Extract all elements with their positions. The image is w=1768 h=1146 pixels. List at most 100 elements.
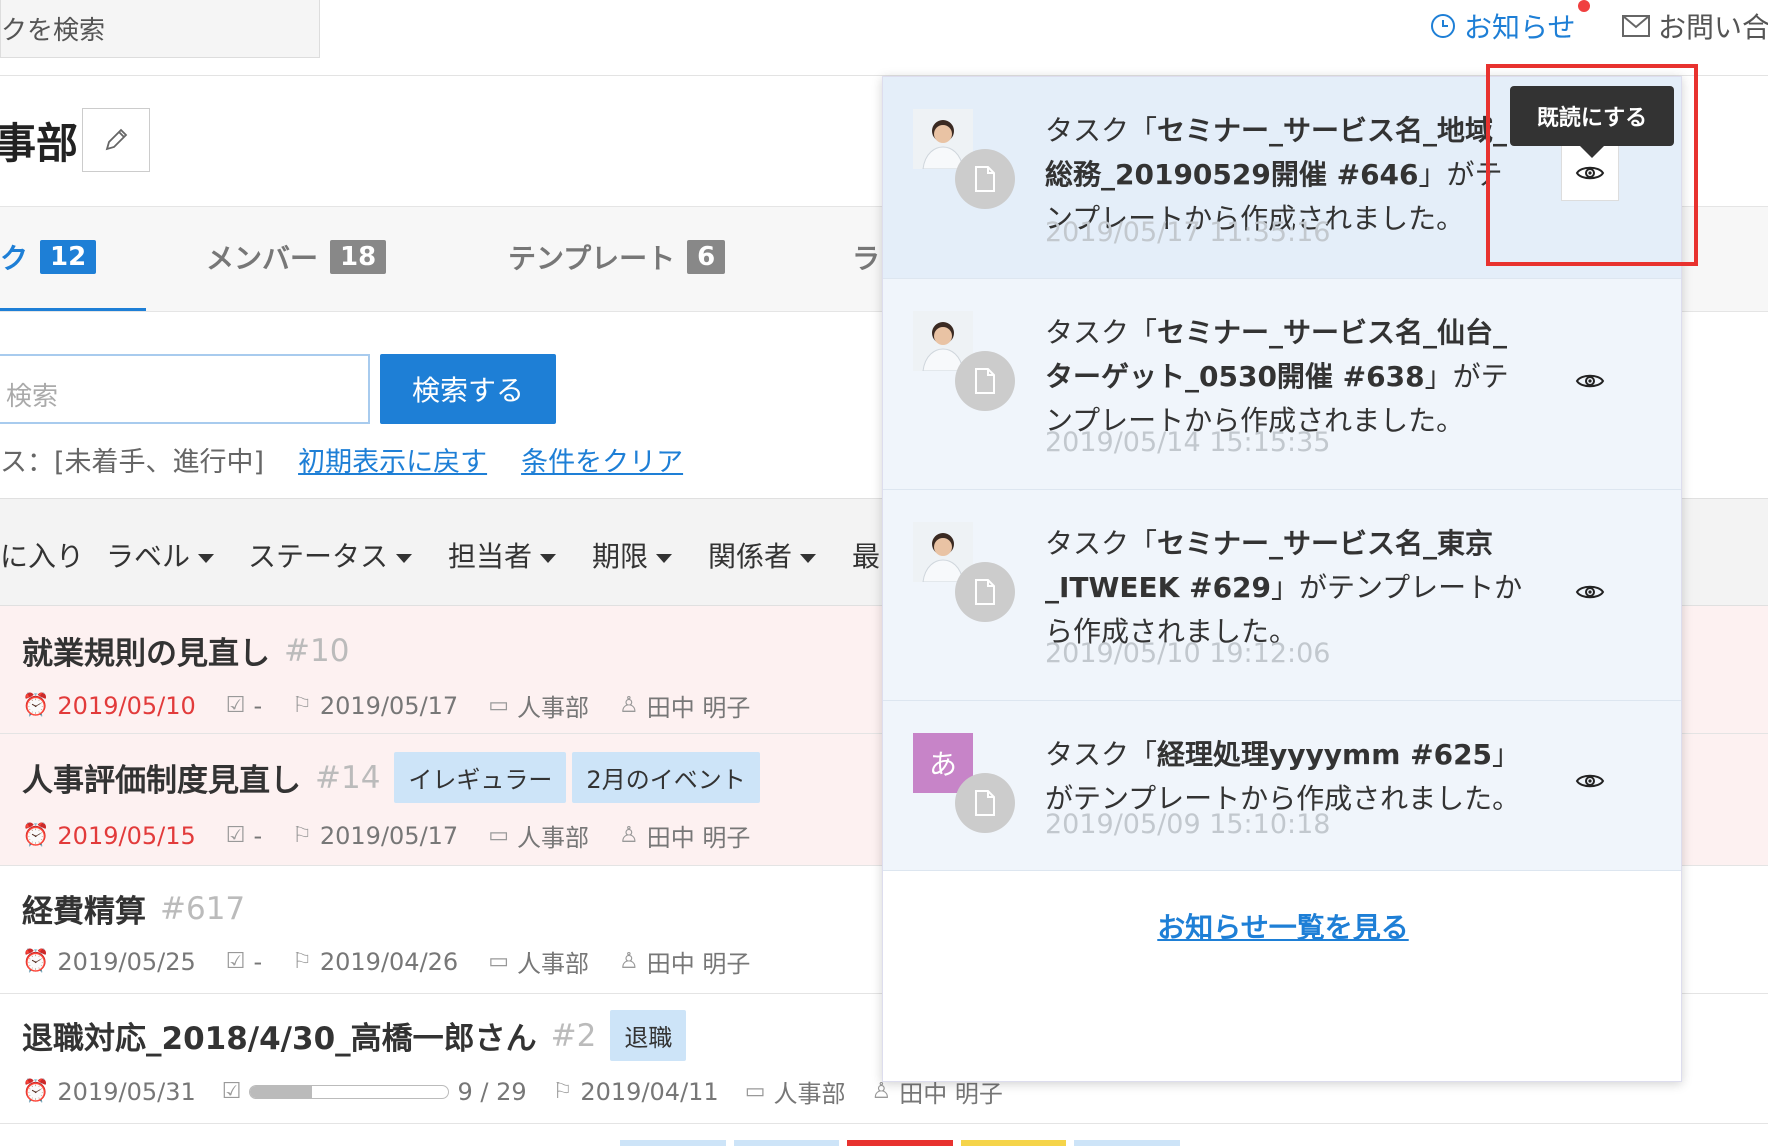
due-date: ⏰ 2019/05/15	[22, 821, 196, 850]
flag-icon: ⚐	[292, 823, 312, 848]
folder: ▭ 人事部	[488, 823, 589, 852]
checklist: ☑ -	[225, 691, 263, 720]
task-number: #2	[550, 1017, 597, 1054]
task-title[interactable]: 就業規則の見直し #10	[22, 628, 349, 673]
edit-project-button[interactable]	[82, 108, 150, 172]
checkbox-icon: ☑	[225, 693, 246, 718]
checklist: ☑ -	[225, 821, 263, 850]
checkbox-icon: ☑	[225, 823, 246, 848]
see-all-notifications-link[interactable]: お知らせ一覧を見る	[883, 871, 1681, 981]
document-icon	[955, 351, 1015, 411]
filter-status[interactable]: ステータス	[248, 535, 413, 575]
checkbox-icon: ☑	[225, 949, 246, 974]
contact-link[interactable]: お問い合	[1622, 6, 1768, 46]
alarm-icon: ⏰	[22, 1079, 50, 1104]
filter-due[interactable]: 期限	[592, 535, 673, 575]
notification-item[interactable]: タスク「セミナー_サービス名_仙台_ターゲット_0530開催 #638」がテンプ…	[883, 279, 1681, 490]
tab-members[interactable]: メンバー 18	[206, 237, 387, 277]
filter-favorites[interactable]: に入り	[0, 535, 84, 575]
filter-assignee[interactable]: 担当者	[448, 535, 557, 575]
tab-label: ク	[0, 242, 29, 275]
eye-icon	[1575, 774, 1605, 788]
notification-time: 2019/05/10 19:12:06	[1045, 638, 1331, 669]
filter-related[interactable]: 関係者	[708, 535, 817, 575]
user-icon: ♙	[619, 823, 639, 848]
mark-as-read-button[interactable]	[1561, 564, 1619, 620]
filter-more[interactable]: 最	[852, 535, 880, 575]
notification-message: タスク「セミナー_サービス名_東京_ITWEEK #629」がテンプレートから作…	[1045, 527, 1523, 648]
annotation-highlight-box	[1486, 64, 1698, 266]
document-icon	[955, 562, 1015, 622]
notification-time: 2019/05/17 11:35:16	[1045, 217, 1331, 248]
status-condition: ス：[未着手、進行中]	[0, 447, 265, 478]
tab-labels[interactable]: ラ	[852, 237, 880, 277]
assignee: ♙ 田中 明子	[619, 949, 751, 978]
task-number: #14	[315, 759, 381, 796]
task-meta: ⏰ 2019/05/15 ☑ - ⚐ 2019/05/17 ▭ 人事部 ♙ 田中 明子	[22, 818, 750, 853]
task-number: #617	[160, 890, 246, 927]
checklist-progress: ☑ 9 / 29	[221, 1077, 527, 1106]
notification-message: タスク「経理処理yyyymm #625」がテンプレートから作成されました。	[1045, 738, 1521, 815]
global-search-input[interactable]: クを検索	[0, 0, 320, 58]
folder-icon: ▭	[488, 949, 509, 974]
folder: ▭ 人事部	[488, 693, 589, 722]
due-date: ⏰ 2019/05/10	[22, 691, 196, 720]
keyword-search-input[interactable]: 検索	[0, 354, 370, 424]
task-title[interactable]: 人事評価制度見直し #14 イレギュラー 2月のイベント	[22, 752, 760, 803]
checkbox-icon: ☑	[221, 1079, 242, 1104]
task-title[interactable]: 経費精算 #617	[22, 886, 245, 931]
notification-time: 2019/05/09 15:10:18	[1045, 809, 1331, 840]
project-title: 事部	[0, 119, 79, 168]
filter-conditions: ス：[未着手、進行中] 初期表示に戻す 条件をクリア	[0, 440, 683, 479]
user-icon: ♙	[619, 693, 639, 718]
folder-icon: ▭	[488, 823, 509, 848]
label-tag[interactable]: イレギュラー	[394, 752, 567, 803]
filter-label[interactable]: ラベル	[106, 535, 215, 575]
notification-message: タスク「セミナー_サービス名_仙台_ターゲット_0530開催 #638」がテンプ…	[1045, 316, 1509, 437]
mark-as-read-button[interactable]	[1561, 753, 1619, 809]
alarm-icon: ⏰	[22, 823, 50, 848]
label-tag[interactable]: 2月のイベント	[572, 752, 760, 803]
bottom-labels-strip	[620, 1140, 1180, 1146]
notifications-label: お知らせ	[1464, 11, 1576, 44]
caret-down-icon	[198, 553, 215, 563]
notifications-link[interactable]: お知らせ	[1430, 6, 1575, 46]
task-title[interactable]: 退職対応_2018/4/30_高橋一郎さん #2 退職	[22, 1010, 687, 1061]
start-date: ⚐ 2019/04/26	[292, 947, 459, 976]
checklist: ☑ -	[225, 947, 263, 976]
task-meta: ⏰ 2019/05/31 ☑ 9 / 29 ⚐ 2019/04/11 ▭ 人事部 ♙ 田中…	[22, 1074, 1003, 1109]
mail-icon	[1622, 15, 1650, 37]
start-date: ⚐ 2019/04/11	[552, 1077, 719, 1106]
notification-item[interactable]: タスク「セミナー_サービス名_東京_ITWEEK #629」がテンプレートから作…	[883, 490, 1681, 701]
reset-link[interactable]: 初期表示に戻す	[298, 440, 487, 479]
caret-down-icon	[656, 553, 673, 563]
start-date: ⚐ 2019/05/17	[292, 821, 459, 850]
label-tag[interactable]: 退職	[610, 1010, 687, 1061]
eye-icon	[1575, 374, 1605, 388]
folder: ▭ 人事部	[744, 1079, 846, 1108]
tab-count: 18	[330, 240, 387, 274]
flag-icon: ⚐	[292, 949, 312, 974]
tab-label: ラ	[852, 242, 881, 275]
assignee: ♙ 田中 明子	[619, 823, 751, 852]
clear-link[interactable]: 条件をクリア	[521, 440, 683, 479]
task-meta: ⏰ 2019/05/25 ☑ - ⚐ 2019/04/26 ▭ 人事部 ♙ 田中 明子	[22, 944, 750, 979]
task-name: 経費精算	[22, 894, 146, 930]
pencil-icon	[105, 128, 128, 151]
caret-down-icon	[800, 553, 817, 563]
folder: ▭ 人事部	[488, 949, 589, 978]
tab-templates[interactable]: テンプレート 6	[508, 237, 726, 277]
notification-item[interactable]: あ タスク「経理処理yyyymm #625」がテンプレートから作成されました。 …	[883, 701, 1681, 871]
mark-as-read-button[interactable]	[1561, 353, 1619, 409]
alarm-icon: ⏰	[22, 949, 50, 974]
progress-fill	[250, 1085, 312, 1098]
task-name: 人事評価制度見直し	[22, 763, 301, 799]
folder-icon: ▭	[744, 1079, 766, 1104]
task-name: 就業規則の見直し	[22, 636, 270, 672]
flag-icon: ⚐	[552, 1079, 573, 1104]
tab-tasks[interactable]: ク 12	[0, 237, 97, 277]
task-meta: ⏰ 2019/05/10 ☑ - ⚐ 2019/05/17 ▭ 人事部 ♙ 田中 明子	[22, 688, 750, 723]
search-button[interactable]: 検索する	[380, 354, 556, 424]
document-icon	[955, 773, 1015, 833]
caret-down-icon	[540, 553, 557, 563]
